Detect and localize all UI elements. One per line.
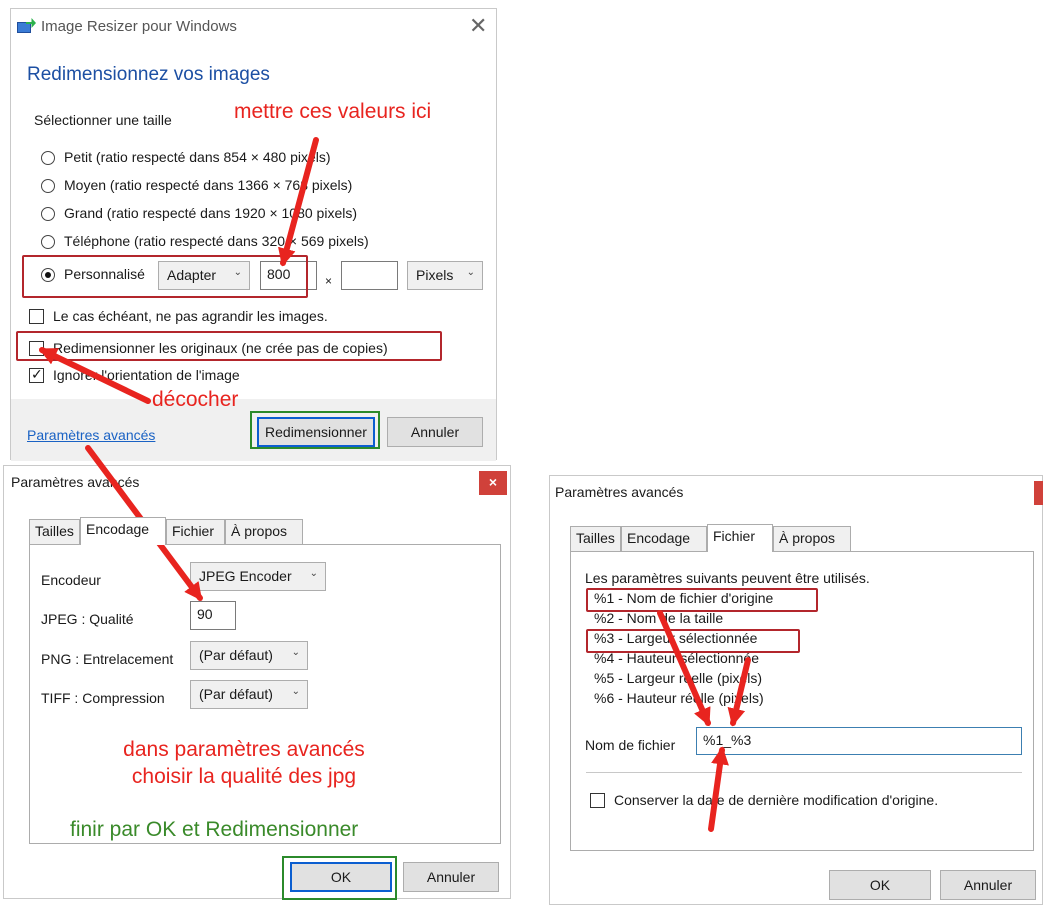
size-option-label: Moyen (ratio respecté dans 1366 × 768 pi… [64, 177, 353, 193]
window-title: Image Resizer pour Windows [41, 18, 237, 35]
tab-tailles[interactable]: Tailles [570, 526, 621, 551]
png-interlace-label: PNG : Entrelacement [41, 651, 174, 667]
close-icon[interactable]: ✕ [469, 15, 487, 37]
checkbox[interactable] [590, 793, 605, 808]
advanced-settings-link[interactable]: Paramètres avancés [27, 427, 155, 443]
chevron-down-icon: ⌄ [466, 267, 475, 278]
tiff-compression-select[interactable]: (Par défaut) ⌄ [190, 680, 308, 709]
tab-encodage[interactable]: Encodage [80, 517, 166, 545]
window-title: Paramètres avancés [11, 474, 140, 490]
filename-label: Nom de fichier [585, 737, 676, 753]
filename-input[interactable]: %1_%3 [696, 727, 1022, 755]
cancel-button[interactable]: Annuler [403, 862, 499, 892]
tab-fichier[interactable]: Fichier [707, 524, 773, 552]
checkbox[interactable] [29, 366, 44, 383]
png-interlace-select[interactable]: (Par défaut) ⌄ [190, 641, 308, 670]
image-resizer-app-icon [17, 18, 36, 34]
tab-encodage[interactable]: Encodage [621, 526, 707, 551]
encoder-label: Encodeur [41, 572, 101, 588]
param-item: %5 - Largeur réelle (pixels) [594, 670, 763, 686]
size-option-label: Petit (ratio respecté dans 854 × 480 pix… [64, 149, 331, 165]
radio-button[interactable] [41, 179, 55, 193]
jpeg-quality-input[interactable]: 90 [190, 601, 236, 630]
option-label: Redimensionner les originaux (ne crée pa… [53, 340, 388, 356]
radio-button[interactable] [41, 235, 55, 249]
tab-bar: Tailles Encodage Fichier À propos [570, 524, 1010, 552]
size-section-label: Sélectionner une taille [34, 112, 172, 128]
page-title: Redimensionnez vos images [27, 64, 270, 85]
tab-a-propos[interactable]: À propos [773, 526, 851, 551]
times-sign: × [325, 274, 333, 288]
chevron-down-icon: ⌄ [291, 647, 300, 658]
tab-fichier[interactable]: Fichier [166, 519, 225, 544]
tab-bar: Tailles Encodage Fichier À propos [29, 517, 509, 545]
advanced-settings-window-file: Paramètres avancés Tailles Encodage Fich… [549, 475, 1043, 905]
size-option-label: Téléphone (ratio respecté dans 320 × 569… [64, 233, 369, 249]
tab-tailles[interactable]: Tailles [29, 519, 80, 544]
cancel-button[interactable]: Annuler [387, 417, 483, 447]
size-option-label: Personnalisé [64, 266, 145, 282]
param-item: %6 - Hauteur réelle (pixels) [594, 690, 764, 706]
divider [586, 772, 1022, 773]
cancel-button[interactable]: Annuler [940, 870, 1036, 900]
chevron-down-icon: ⌄ [309, 568, 318, 579]
ok-button[interactable]: OK [829, 870, 931, 900]
window-title: Paramètres avancés [555, 484, 684, 500]
param-item: %1 - Nom de fichier d'origine [594, 590, 774, 606]
radio-button[interactable] [41, 151, 55, 165]
option-label: Le cas échéant, ne pas agrandir les imag… [53, 308, 328, 324]
encoder-value: JPEG Encoder [199, 568, 292, 584]
annotation-advanced-line2: choisir la qualité des jpg [131, 765, 357, 788]
param-item: %4 - Hauteur sélectionnée [594, 650, 759, 666]
title-bar: Image Resizer pour Windows ✕ [11, 9, 496, 45]
image-resizer-window: Image Resizer pour Windows ✕ Redimension… [10, 8, 497, 461]
param-item: %3 - Largeur sélectionnée [594, 630, 758, 646]
annotation-finish: finir par OK et Redimensionner [70, 818, 359, 841]
option-label: Ignorer l'orientation de l'image [53, 367, 240, 383]
tiff-compression-label: TIFF : Compression [41, 690, 165, 706]
size-option-label: Grand (ratio respecté dans 1920 × 1080 p… [64, 205, 358, 221]
checkbox[interactable] [29, 309, 44, 324]
checkbox[interactable] [29, 341, 44, 356]
annotation-put-values: mettre ces valeurs ici [234, 100, 432, 123]
close-icon[interactable] [1034, 481, 1043, 505]
ok-button[interactable]: OK [290, 862, 392, 892]
params-intro: Les paramètres suivants peuvent être uti… [585, 570, 870, 586]
jpeg-quality-label: JPEG : Qualité [41, 611, 134, 627]
unit-select[interactable]: Pixels ⌄ [407, 261, 483, 290]
fit-mode-value: Adapter [167, 267, 217, 283]
png-interlace-value: (Par défaut) [199, 647, 273, 663]
encoder-select[interactable]: JPEG Encoder ⌄ [190, 562, 326, 591]
tab-a-propos[interactable]: À propos [225, 519, 303, 544]
close-icon[interactable]: × [479, 471, 507, 495]
width-input[interactable]: 800 [260, 261, 317, 290]
radio-button[interactable] [41, 268, 55, 282]
option-label: Conserver la date de dernière modificati… [614, 792, 939, 808]
unit-value: Pixels [416, 267, 454, 283]
fit-mode-select[interactable]: Adapter ⌄ [158, 261, 250, 290]
annotation-uncheck: décocher [152, 388, 239, 411]
radio-button[interactable] [41, 207, 55, 221]
chevron-down-icon: ⌄ [291, 686, 300, 697]
height-input[interactable] [341, 261, 398, 290]
annotation-advanced-line1: dans paramètres avancés [123, 738, 365, 761]
param-item: %2 - Nom de la taille [594, 610, 724, 626]
tiff-compression-value: (Par défaut) [199, 686, 273, 702]
resize-button[interactable]: Redimensionner [257, 417, 375, 447]
chevron-down-icon: ⌄ [233, 267, 242, 278]
